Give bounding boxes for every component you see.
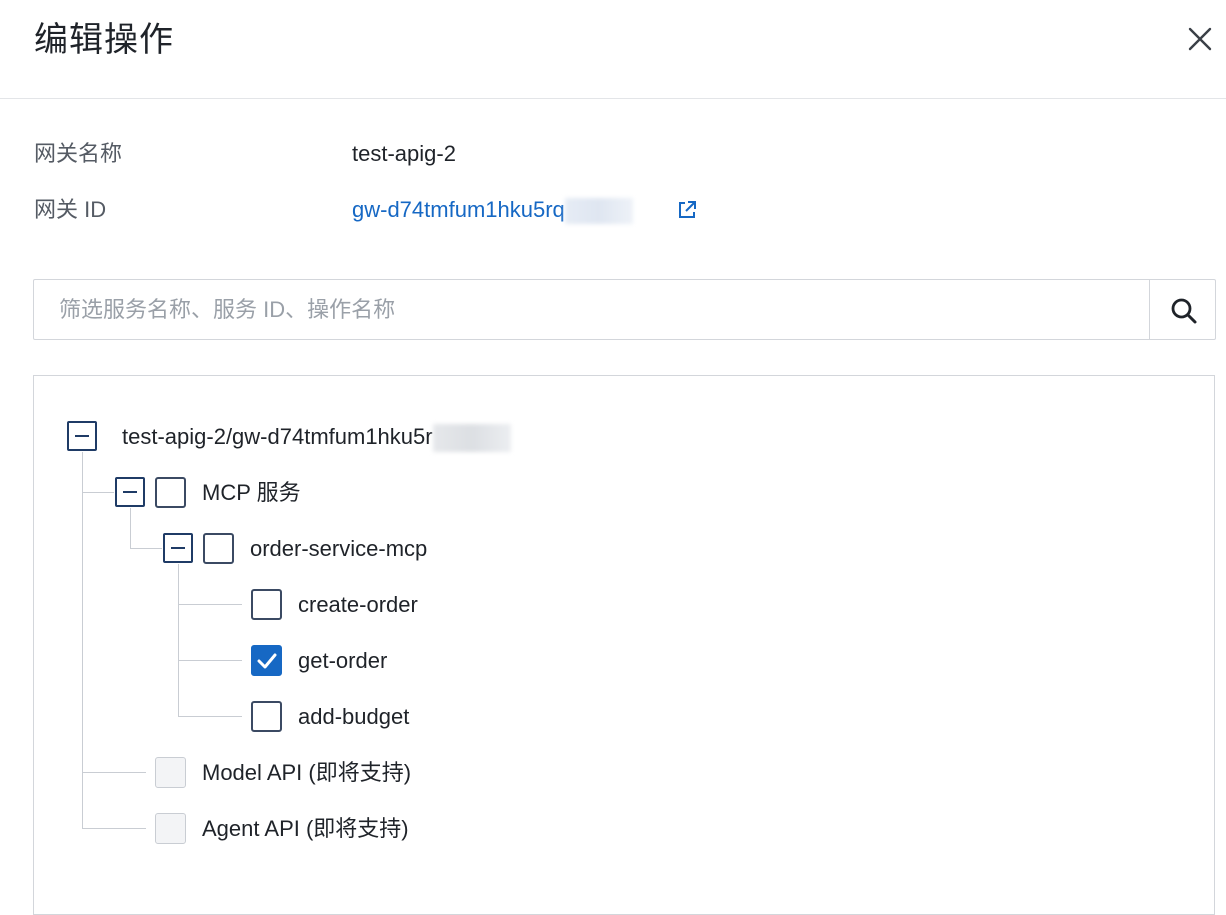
operation-tree: test-apig-2/gw-d74tmfum1hku5r MCP 服务 ord… bbox=[33, 375, 1215, 915]
close-icon[interactable] bbox=[1183, 22, 1217, 56]
search-icon bbox=[1171, 298, 1197, 324]
tree-line bbox=[178, 604, 242, 605]
tree-line bbox=[82, 492, 114, 493]
external-link-icon[interactable] bbox=[676, 199, 698, 221]
tree-node-root: test-apig-2/gw-d74tmfum1hku5r bbox=[122, 422, 511, 453]
tree-node-get-order-label: get-order bbox=[298, 648, 388, 673]
tree-node-agent-api-label: Agent API (即将支持) bbox=[202, 816, 409, 841]
check-icon bbox=[257, 653, 277, 669]
redacted-text bbox=[564, 198, 633, 225]
checkbox-model-api bbox=[155, 757, 186, 788]
checkbox-agent-api bbox=[155, 813, 186, 844]
gateway-id-link[interactable]: gw-d74tmfum1hku5rq bbox=[352, 197, 565, 222]
tree-line bbox=[130, 508, 131, 548]
search-box bbox=[33, 279, 1216, 340]
tree-line bbox=[178, 716, 242, 717]
tree-line bbox=[130, 548, 162, 549]
tree-line bbox=[178, 660, 242, 661]
tree-line bbox=[82, 772, 146, 773]
tree-node-add-budget-label: add-budget bbox=[298, 704, 410, 729]
gateway-id-label: 网关 ID bbox=[34, 197, 107, 222]
tree-node-model-api-label: Model API (即将支持) bbox=[202, 760, 412, 785]
search-input[interactable] bbox=[35, 281, 1150, 338]
tree-line bbox=[178, 564, 179, 716]
tree-node-mcp-label: MCP 服务 bbox=[202, 480, 301, 505]
search-button[interactable] bbox=[1149, 280, 1215, 339]
tree-node-create-order-label: create-order bbox=[298, 592, 418, 617]
gateway-name-value: test-apig-2 bbox=[352, 141, 456, 166]
gateway-id-link-wrap: gw-d74tmfum1hku5rq bbox=[352, 195, 633, 225]
tree-line bbox=[82, 828, 146, 829]
checkbox-get-order[interactable] bbox=[251, 645, 282, 676]
redacted-text bbox=[432, 424, 511, 453]
dialog-title: 编辑操作 bbox=[34, 21, 174, 59]
checkbox-create-order[interactable] bbox=[251, 589, 282, 620]
collapse-toggle-root[interactable] bbox=[67, 421, 97, 451]
collapse-toggle-mcp[interactable] bbox=[115, 477, 145, 507]
dialog-header: 编辑操作 bbox=[0, 0, 1226, 99]
checkbox-order-service[interactable] bbox=[203, 533, 234, 564]
tree-node-service-label: order-service-mcp bbox=[250, 536, 428, 561]
tree-node-root-label: test-apig-2/gw-d74tmfum1hku5r bbox=[122, 424, 433, 449]
checkbox-add-budget[interactable] bbox=[251, 701, 282, 732]
checkbox-mcp-service[interactable] bbox=[155, 477, 186, 508]
gateway-name-label: 网关名称 bbox=[34, 141, 123, 166]
collapse-toggle-service[interactable] bbox=[163, 533, 193, 563]
